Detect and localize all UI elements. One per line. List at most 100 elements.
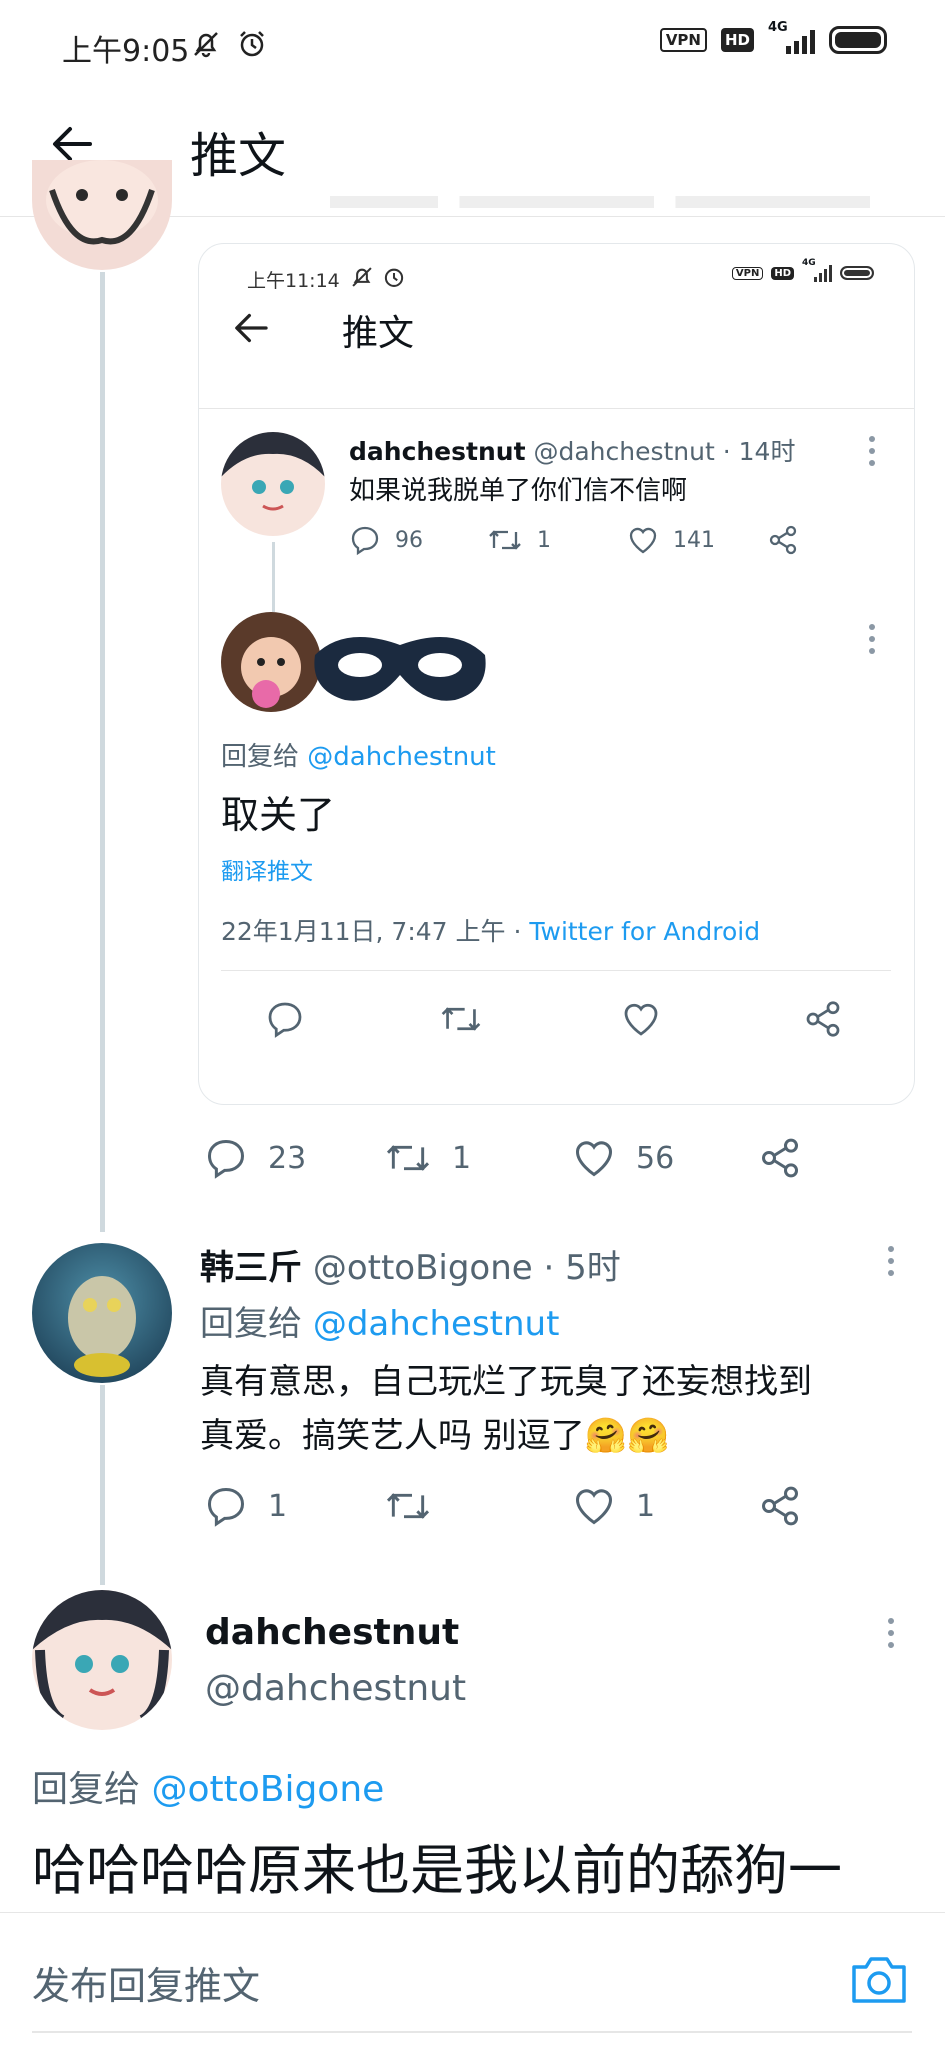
hd-badge: HD [771, 266, 794, 280]
reply-button[interactable]: 23 [204, 1136, 306, 1180]
like-count: 141 [673, 527, 715, 553]
reply-to-prefix: 回复给 [200, 1304, 302, 1344]
partial-text-line [330, 196, 870, 208]
embedded-divider [199, 408, 914, 409]
reply-to-handle: @dahchestnut [307, 742, 496, 772]
reply-to-handle[interactable]: @dahchestnut [313, 1304, 560, 1344]
signal-icon: 4G [802, 258, 832, 282]
tweet-header: dahchestnut @dahchestnut · 14时 [349, 432, 795, 468]
display-name[interactable]: dahchestnut [205, 1612, 459, 1653]
reply-to-line: 回复给 @dahchestnut [200, 1296, 559, 1345]
hd-badge: HD [720, 28, 754, 52]
more-options-icon [869, 624, 877, 654]
embedded-screenshot[interactable]: 上午11:14 VPN HD 4G 推文 dahchestnut @dahche… [198, 243, 915, 1105]
like-button[interactable]: 56 [572, 1136, 674, 1180]
thread-line [272, 542, 275, 612]
like-count: 1 [636, 1488, 656, 1524]
more-options-icon [869, 436, 877, 466]
handle[interactable]: @dahchestnut [205, 1668, 466, 1709]
heart-icon [629, 527, 657, 554]
share-icon [806, 1001, 840, 1037]
signal-icon: 4G [768, 20, 815, 54]
status-time: 上午9:05 [62, 34, 190, 69]
like-action: 141 [627, 524, 715, 556]
embedded-status-time: 上午11:14 [247, 270, 340, 292]
alarm-icon [240, 31, 264, 57]
more-options-icon[interactable] [888, 1246, 896, 1276]
reply-composer-bar: 发布回复推文 [0, 1912, 945, 2049]
timestamp-line: 22年1月11日, 7:47 上午 · Twitter for Android [221, 912, 760, 948]
thread-line [100, 272, 105, 1232]
reply-count: 1 [268, 1488, 288, 1524]
more-options-icon[interactable] [888, 1618, 896, 1648]
tweet-header: 韩三斤 @ottoBigone · 5时 [200, 1240, 621, 1289]
tweet-text-line: 真有意思，自己玩烂了玩臭了还妄想找到 [200, 1362, 812, 1402]
retweet-button[interactable]: 1 [384, 1136, 471, 1180]
retweet-icon [386, 1145, 430, 1171]
embedded-divider [221, 970, 891, 971]
avatar[interactable] [32, 1590, 172, 1730]
embedded-status-indicators: VPN HD 4G [731, 258, 874, 282]
share-icon[interactable] [758, 1136, 802, 1180]
display-name: dahchestnut [349, 437, 526, 466]
reply-count: 23 [268, 1140, 307, 1176]
thread-line [100, 1385, 105, 1585]
reply-icon [207, 1487, 245, 1527]
tweet-source: Twitter for Android [529, 917, 761, 946]
vpn-badge: VPN [731, 266, 764, 280]
avatar [221, 432, 325, 536]
translate-link: 翻译推文 [221, 859, 313, 885]
network-label: 4G [768, 20, 788, 35]
reply-text: 取关了 [221, 793, 336, 837]
reply-to-handle[interactable]: @ottoBigone [151, 1769, 384, 1810]
reply-icon [351, 526, 379, 556]
retweet-icon [489, 530, 521, 550]
camera-icon[interactable] [850, 1953, 908, 2005]
reply-icon [268, 1002, 302, 1038]
status-icons [190, 28, 268, 60]
avatar[interactable] [32, 160, 172, 270]
retweet-icon [441, 1007, 481, 1031]
reply-to-line: 回复给 @dahchestnut [221, 736, 496, 773]
display-name: 韩三斤 [200, 1248, 302, 1288]
alarm-icon [384, 268, 404, 287]
like-button[interactable]: 1 [572, 1484, 655, 1528]
page-title: 推文 [190, 128, 287, 184]
reply-icon [207, 1139, 245, 1179]
avatar[interactable] [32, 1243, 172, 1383]
retweet-button[interactable] [384, 1484, 452, 1528]
heart-icon [575, 1141, 613, 1177]
status-bar: 上午9:05 VPN HD 4G [0, 0, 945, 88]
back-arrow-icon [235, 313, 268, 343]
tweet-date: 22年1月11日, 7:47 上午 · [221, 917, 530, 946]
bottom-divider [32, 2031, 912, 2033]
reply-action: 96 [349, 524, 423, 556]
reply-input[interactable]: 发布回复推文 [32, 1955, 260, 2010]
retweet-action: 1 [487, 524, 551, 556]
share-icon [769, 525, 797, 555]
retweet-count: 1 [452, 1140, 472, 1176]
mute-icon [352, 267, 372, 287]
heart-icon [575, 1489, 613, 1525]
retweet-icon [386, 1493, 430, 1519]
tweet-text: 哈哈哈哈原来也是我以前的舔狗一 [32, 1839, 842, 1902]
reply-to-line: 回复给 @ottoBigone [32, 1760, 384, 1812]
network-label: 4G [802, 258, 816, 268]
mute-icon [194, 32, 218, 58]
tweet-text-line: 真爱。搞笑艺人吗 别逗了🤗🤗 [200, 1416, 670, 1456]
share-icon[interactable] [758, 1484, 802, 1528]
embedded-title: 推文 [342, 313, 415, 354]
reply-to-prefix: 回复给 [221, 742, 300, 772]
reply-count: 96 [395, 527, 423, 553]
heart-icon [624, 1003, 658, 1036]
status-indicators: VPN HD 4G [659, 20, 887, 54]
mask-icon [314, 637, 486, 701]
like-count: 56 [636, 1140, 675, 1176]
vpn-badge: VPN [659, 28, 707, 52]
handle-time: @ottoBigone · 5时 [312, 1248, 621, 1288]
battery-icon [840, 266, 874, 280]
reply-button[interactable]: 1 [204, 1484, 287, 1528]
handle-time: @dahchestnut · 14时 [533, 437, 796, 466]
tweet-text: 如果说我脱单了你们信不信啊 [349, 476, 688, 506]
retweet-count: 1 [537, 527, 551, 553]
